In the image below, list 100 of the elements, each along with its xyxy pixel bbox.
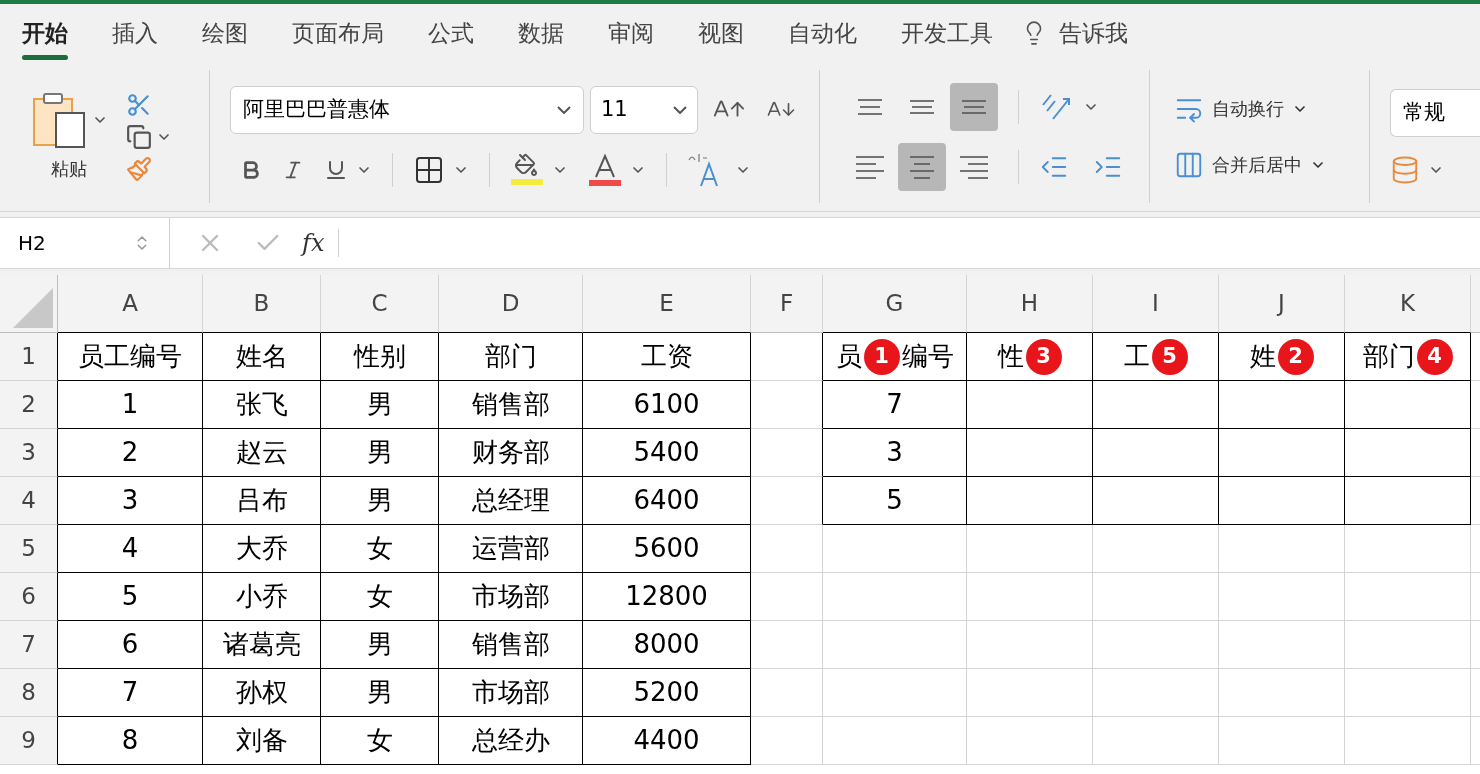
fill-color-icon[interactable]: [510, 152, 544, 187]
column-header[interactable]: E: [583, 275, 751, 333]
table-cell[interactable]: 5400: [583, 429, 751, 477]
ribbon-tab[interactable]: 公式: [428, 4, 474, 62]
table-cell[interactable]: [1219, 477, 1345, 525]
ribbon-tab[interactable]: 开始: [22, 4, 68, 62]
table-cell[interactable]: [751, 333, 823, 381]
column-header[interactable]: F: [751, 275, 823, 333]
font-color-icon[interactable]: [588, 152, 622, 187]
merge-center-button[interactable]: 合并后居中: [1174, 149, 1369, 180]
table-cell[interactable]: [967, 477, 1093, 525]
table-cell[interactable]: [751, 429, 823, 477]
row-header[interactable]: 1: [0, 333, 58, 381]
table-cell[interactable]: [1345, 429, 1471, 477]
ribbon-tab[interactable]: 数据: [518, 4, 564, 62]
table-cell[interactable]: 姓 2: [1219, 333, 1345, 381]
table-cell[interactable]: [1219, 429, 1345, 477]
row-header[interactable]: 7: [0, 621, 58, 669]
table-cell[interactable]: 5: [58, 573, 203, 621]
table-cell[interactable]: 大乔: [203, 525, 321, 573]
font-size-dropdown[interactable]: 11: [590, 85, 698, 134]
table-cell[interactable]: 女: [321, 525, 439, 573]
table-cell[interactable]: [1345, 381, 1471, 429]
table-cell[interactable]: 销售部: [439, 621, 583, 669]
table-cell[interactable]: 性别: [321, 333, 439, 381]
ribbon-tab[interactable]: 绘图: [202, 4, 248, 62]
table-cell[interactable]: 运营部: [439, 525, 583, 573]
table-cell[interactable]: 8: [58, 717, 203, 765]
column-header[interactable]: J: [1219, 275, 1345, 333]
table-cell[interactable]: 孙权: [203, 669, 321, 717]
table-cell[interactable]: 5600: [583, 525, 751, 573]
table-cell[interactable]: [1093, 429, 1219, 477]
table-cell[interactable]: 男: [321, 477, 439, 525]
table-cell[interactable]: 总经办: [439, 717, 583, 765]
table-cell[interactable]: 3: [58, 477, 203, 525]
table-cell[interactable]: 市场部: [439, 669, 583, 717]
name-box[interactable]: H2: [0, 218, 170, 268]
format-painter-icon[interactable]: [126, 155, 152, 182]
table-cell[interactable]: 4400: [583, 717, 751, 765]
ribbon-tab[interactable]: 自动化: [788, 4, 857, 62]
table-cell[interactable]: 男: [321, 429, 439, 477]
table-cell[interactable]: 3: [823, 429, 967, 477]
ribbon-tab[interactable]: 视图: [698, 4, 744, 62]
column-header[interactable]: C: [321, 275, 439, 333]
select-all-corner[interactable]: [0, 275, 58, 333]
table-cell[interactable]: [967, 381, 1093, 429]
table-cell[interactable]: 性 3: [967, 333, 1093, 381]
table-cell[interactable]: 1: [58, 381, 203, 429]
ribbon-tab[interactable]: 审阅: [608, 4, 654, 62]
table-cell[interactable]: 吕布: [203, 477, 321, 525]
table-cell[interactable]: 6100: [583, 381, 751, 429]
cut-icon[interactable]: [126, 91, 152, 118]
column-header[interactable]: H: [967, 275, 1093, 333]
tell-me-label[interactable]: 告诉我: [1059, 15, 1128, 51]
table-cell[interactable]: 5200: [583, 669, 751, 717]
table-cell[interactable]: 男: [321, 669, 439, 717]
table-cell[interactable]: [1345, 477, 1471, 525]
table-cell[interactable]: 诸葛亮: [203, 621, 321, 669]
table-cell[interactable]: 总经理: [439, 477, 583, 525]
table-cell[interactable]: 7: [823, 381, 967, 429]
table-cell[interactable]: 张飞: [203, 381, 321, 429]
column-header[interactable]: K: [1345, 275, 1471, 333]
table-cell[interactable]: 工 5: [1093, 333, 1219, 381]
copy-icon[interactable]: [126, 123, 152, 150]
ribbon-tab[interactable]: 页面布局: [292, 4, 384, 62]
table-cell[interactable]: [751, 477, 823, 525]
table-cell[interactable]: 6: [58, 621, 203, 669]
table-cell[interactable]: 女: [321, 717, 439, 765]
column-header[interactable]: G: [823, 275, 967, 333]
table-cell[interactable]: [751, 381, 823, 429]
table-cell[interactable]: 女: [321, 573, 439, 621]
table-cell[interactable]: 6400: [583, 477, 751, 525]
table-cell[interactable]: 小乔: [203, 573, 321, 621]
table-cell[interactable]: 部门: [439, 333, 583, 381]
table-cell[interactable]: 销售部: [439, 381, 583, 429]
row-header[interactable]: 4: [0, 477, 58, 525]
table-cell[interactable]: 男: [321, 381, 439, 429]
row-header[interactable]: 2: [0, 381, 58, 429]
table-cell[interactable]: 5: [823, 477, 967, 525]
table-cell[interactable]: 姓名: [203, 333, 321, 381]
table-cell[interactable]: 财务部: [439, 429, 583, 477]
table-cell[interactable]: 员 1 编号: [823, 333, 967, 381]
table-cell[interactable]: [1093, 381, 1219, 429]
row-header[interactable]: 8: [0, 669, 58, 717]
table-cell[interactable]: 赵云: [203, 429, 321, 477]
column-header[interactable]: I: [1093, 275, 1219, 333]
table-cell[interactable]: 12800: [583, 573, 751, 621]
table-cell[interactable]: 工资: [583, 333, 751, 381]
row-header[interactable]: 5: [0, 525, 58, 573]
row-header[interactable]: 9: [0, 717, 58, 765]
table-cell[interactable]: [1219, 381, 1345, 429]
bottom-align-button[interactable]: [950, 82, 998, 131]
column-header[interactable]: B: [203, 275, 321, 333]
table-cell[interactable]: 2: [58, 429, 203, 477]
table-cell[interactable]: 部门 4: [1345, 333, 1471, 381]
column-header[interactable]: A: [58, 275, 203, 333]
table-cell[interactable]: 刘备: [203, 717, 321, 765]
table-cell[interactable]: 7: [58, 669, 203, 717]
table-cell[interactable]: 男: [321, 621, 439, 669]
row-header[interactable]: 3: [0, 429, 58, 477]
